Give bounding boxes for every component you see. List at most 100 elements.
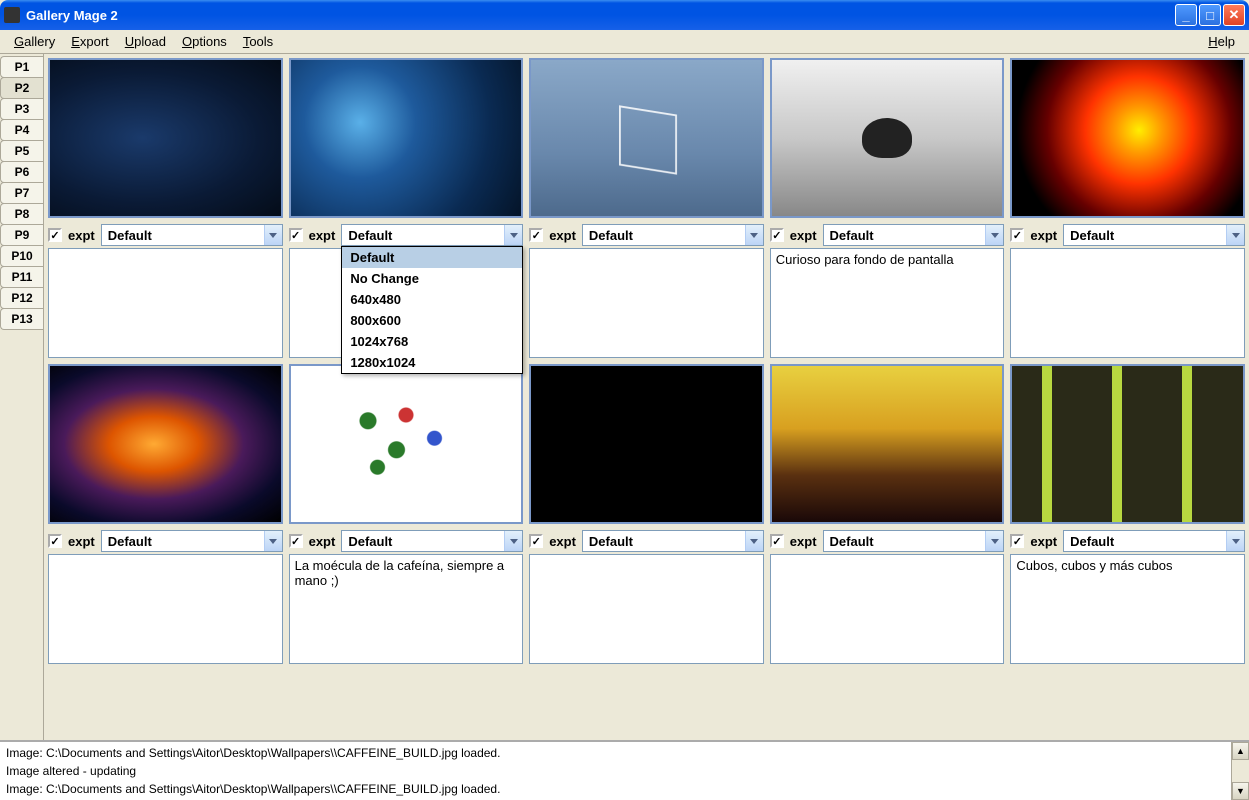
thumbnail-image[interactable] [1010,364,1245,524]
page-tab-p7[interactable]: P7 [0,182,43,204]
page-tab-p13[interactable]: P13 [0,308,43,330]
description-textarea[interactable]: Cubos, cubos y más cubos [1010,554,1245,664]
menu-options[interactable]: Options [174,31,235,52]
size-combo-value: Default [102,228,264,243]
dropdown-option[interactable]: 640x480 [342,289,522,310]
menu-tools[interactable]: Tools [235,31,281,52]
status-scrollbar[interactable]: ▲ ▼ [1231,742,1249,800]
chevron-down-icon[interactable] [1226,531,1244,551]
size-combo[interactable]: Default [1063,530,1245,552]
chevron-down-icon[interactable] [504,531,522,551]
thumbnail-image[interactable] [48,364,283,524]
chevron-down-icon[interactable] [504,225,522,245]
expt-label: expt [68,228,95,243]
description-textarea[interactable] [529,554,764,664]
menu-export[interactable]: Export [63,31,117,52]
expt-checkbox[interactable]: ✓ [1010,228,1024,242]
dropdown-option[interactable]: Default [342,247,522,268]
size-combo[interactable]: Default [101,530,283,552]
description-textarea[interactable]: La moécula de la cafeína, siempre a mano… [289,554,524,664]
page-tab-p12[interactable]: P12 [0,287,43,309]
dropdown-option[interactable]: 1280x1024 [342,352,522,373]
thumbnail-image[interactable] [289,364,524,524]
expt-checkbox[interactable]: ✓ [529,228,543,242]
scroll-up-button[interactable]: ▲ [1232,742,1249,760]
chevron-down-icon[interactable] [264,225,282,245]
chevron-down-icon[interactable] [745,531,763,551]
size-combo[interactable]: Default [101,224,283,246]
expt-checkbox[interactable]: ✓ [770,534,784,548]
page-tab-p4[interactable]: P4 [0,119,43,141]
expt-label: expt [309,534,336,549]
chevron-down-icon[interactable] [264,531,282,551]
thumbnail-controls: ✓exptDefault [1010,224,1245,246]
chevron-down-icon[interactable] [985,531,1003,551]
description-textarea[interactable] [48,248,283,358]
thumbnail-controls: ✓exptDefault [1010,530,1245,552]
menu-upload[interactable]: Upload [117,31,174,52]
thumbnail-controls: ✓ expt Default [289,224,524,246]
dropdown-option[interactable]: No Change [342,268,522,289]
expt-label: expt [309,228,336,243]
thumbnail-image[interactable] [529,364,764,524]
expt-label: expt [68,534,95,549]
expt-checkbox[interactable]: ✓ [289,228,303,242]
size-combo[interactable]: Default [823,224,1005,246]
expt-checkbox[interactable]: ✓ [770,228,784,242]
expt-checkbox[interactable]: ✓ [48,228,62,242]
description-textarea[interactable] [770,554,1005,664]
size-combo[interactable]: Default [341,224,523,246]
thumbnail-image[interactable] [48,58,283,218]
thumbnail-image[interactable] [529,58,764,218]
size-combo[interactable]: Default [582,224,764,246]
expt-label: expt [549,534,576,549]
page-tab-p6[interactable]: P6 [0,161,43,183]
size-combo-value: Default [342,228,504,243]
chevron-down-icon[interactable] [985,225,1003,245]
titlebar[interactable]: Gallery Mage 2 _ □ ✕ [0,0,1249,30]
page-tab-p3[interactable]: P3 [0,98,43,120]
description-textarea[interactable]: Curioso para fondo de pantalla [770,248,1005,358]
thumbnail-image[interactable] [770,58,1005,218]
page-tab-p5[interactable]: P5 [0,140,43,162]
page-tab-p2[interactable]: P2 [0,77,43,99]
expt-checkbox[interactable]: ✓ [48,534,62,548]
size-combo[interactable]: Default [341,530,523,552]
page-tab-p11[interactable]: P11 [0,266,43,288]
size-combo[interactable]: Default [582,530,764,552]
page-tab-p8[interactable]: P8 [0,203,43,225]
thumbnail-controls: ✓ expt Default [529,224,764,246]
size-dropdown-menu[interactable]: DefaultNo Change640x480800x6001024x76812… [341,246,523,374]
scroll-down-button[interactable]: ▼ [1232,782,1249,800]
chevron-down-icon[interactable] [1226,225,1244,245]
page-tab-p9[interactable]: P9 [0,224,43,246]
menu-gallery[interactable]: Gallery [6,31,63,52]
thumbnail-controls: ✓ expt Default [48,224,283,246]
dropdown-option[interactable]: 800x600 [342,310,522,331]
dropdown-option[interactable]: 1024x768 [342,331,522,352]
expt-label: expt [549,228,576,243]
menu-help[interactable]: Help [1200,31,1243,52]
description-textarea[interactable] [48,554,283,664]
description-textarea[interactable] [529,248,764,358]
size-combo[interactable]: Default [1063,224,1245,246]
description-textarea[interactable] [1010,248,1245,358]
thumbnail-image[interactable] [289,58,524,218]
expt-label: expt [790,228,817,243]
maximize-button[interactable]: □ [1199,4,1221,26]
thumbnail-image[interactable] [1010,58,1245,218]
page-tab-p10[interactable]: P10 [0,245,43,267]
minimize-button[interactable]: _ [1175,4,1197,26]
close-button[interactable]: ✕ [1223,4,1245,26]
menubar: Gallery Export Upload Options Tools Help [0,30,1249,54]
size-combo[interactable]: Default [823,530,1005,552]
chevron-down-icon[interactable] [745,225,763,245]
thumbnail-image[interactable] [770,364,1005,524]
app-icon [4,7,20,23]
page-tab-p1[interactable]: P1 [0,56,43,78]
thumbnail-cell: ✓ expt Default [529,364,764,664]
expt-checkbox[interactable]: ✓ [289,534,303,548]
expt-checkbox[interactable]: ✓ [529,534,543,548]
expt-checkbox[interactable]: ✓ [1010,534,1024,548]
thumbnail-controls: ✓ expt Default [770,224,1005,246]
